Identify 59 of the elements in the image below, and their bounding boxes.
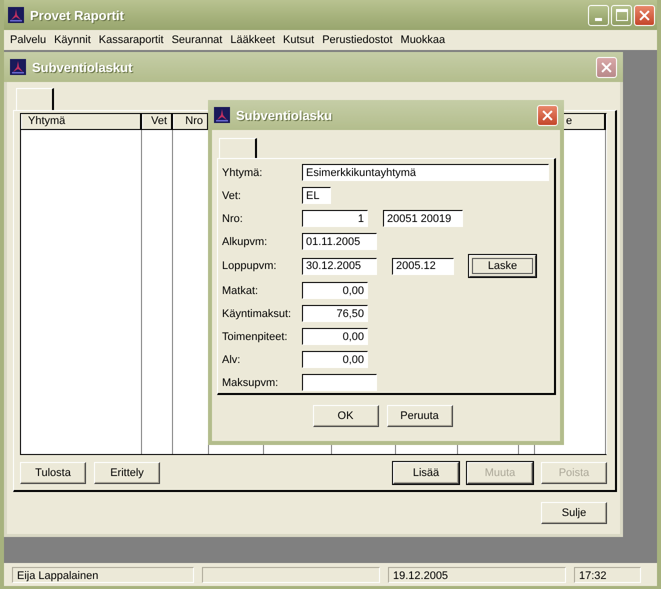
status-date: 19.12.2005: [388, 566, 566, 582]
field-label: Nro:: [222, 212, 244, 224]
column-header[interactable]: Vet: [142, 114, 173, 129]
input-field[interactable]: 1: [302, 210, 368, 227]
window-title: Subventiolaskut: [32, 60, 132, 74]
input-field[interactable]: 01.11.2005: [302, 233, 377, 250]
app-icon: [8, 7, 24, 23]
menu-item[interactable]: Seurannat: [168, 34, 226, 46]
maximize-button[interactable]: [611, 4, 632, 26]
input-field[interactable]: 0,00: [302, 328, 368, 345]
menu-item[interactable]: Muokkaa: [396, 34, 450, 46]
app-icon: [214, 107, 230, 123]
column-header[interactable]: Yhtymä: [21, 114, 142, 129]
input-field[interactable]: 2005.12: [392, 258, 454, 274]
action-button[interactable]: Tulosta: [20, 462, 86, 484]
app-icon: [10, 59, 26, 75]
menu-item[interactable]: Lääkkeet: [226, 34, 280, 46]
close-button[interactable]: [634, 4, 655, 26]
menu-item[interactable]: Palvelu: [6, 34, 50, 46]
tab[interactable]: [16, 88, 54, 110]
field-label: Toimenpiteet:: [222, 330, 288, 342]
input-field[interactable]: [302, 374, 377, 391]
menu-item[interactable]: Perustiedostot: [318, 34, 397, 46]
dialog-title: Subventiolasku: [236, 108, 332, 122]
close-button[interactable]: [596, 56, 617, 78]
menu-item[interactable]: Kutsut: [279, 34, 318, 46]
menu-item[interactable]: Kassaraportit: [94, 34, 168, 46]
close-icon: [542, 110, 553, 120]
input-field[interactable]: EL: [302, 187, 331, 204]
status-time: 17:32: [574, 566, 641, 582]
calculate-button[interactable]: Laske: [469, 255, 536, 277]
input-field[interactable]: 76,50: [302, 305, 368, 322]
field-label: Maksupvm:: [222, 376, 280, 388]
input-field[interactable]: Esimerkkikuntayhtymä: [302, 164, 549, 181]
field-label: Käyntimaksut:: [222, 308, 292, 320]
input-field[interactable]: 30.12.2005: [302, 258, 377, 274]
column-header[interactable]: Nro: [173, 114, 209, 129]
input-field[interactable]: 0,00: [302, 351, 368, 368]
close-icon: [639, 10, 650, 20]
status-user: Eija Lappalainen: [12, 566, 194, 582]
input-field[interactable]: 0,00: [302, 282, 368, 299]
field-label: Vet:: [222, 190, 242, 202]
field-label: Yhtymä:: [222, 166, 264, 178]
dialog-button[interactable]: Peruuta: [386, 405, 452, 427]
dialog-button[interactable]: OK: [312, 405, 378, 427]
close-button[interactable]: [537, 104, 558, 126]
action-button[interactable]: Erittely: [94, 462, 160, 484]
field-label: Alv:: [222, 354, 242, 366]
field-label: Matkat:: [222, 284, 260, 296]
minimize-button[interactable]: [588, 4, 609, 26]
window-title: Provet Raportit: [30, 8, 124, 22]
tab[interactable]: [219, 138, 257, 158]
input-field[interactable]: 20051 20019: [383, 210, 463, 227]
close-icon: [601, 62, 612, 72]
close-button[interactable]: Sulje: [541, 502, 607, 524]
menu-item[interactable]: Käynnit: [50, 34, 95, 46]
field-label: Loppupvm:: [222, 260, 278, 272]
field-label: Alkupvm:: [222, 236, 268, 248]
action-button[interactable]: Lisää: [393, 462, 459, 484]
